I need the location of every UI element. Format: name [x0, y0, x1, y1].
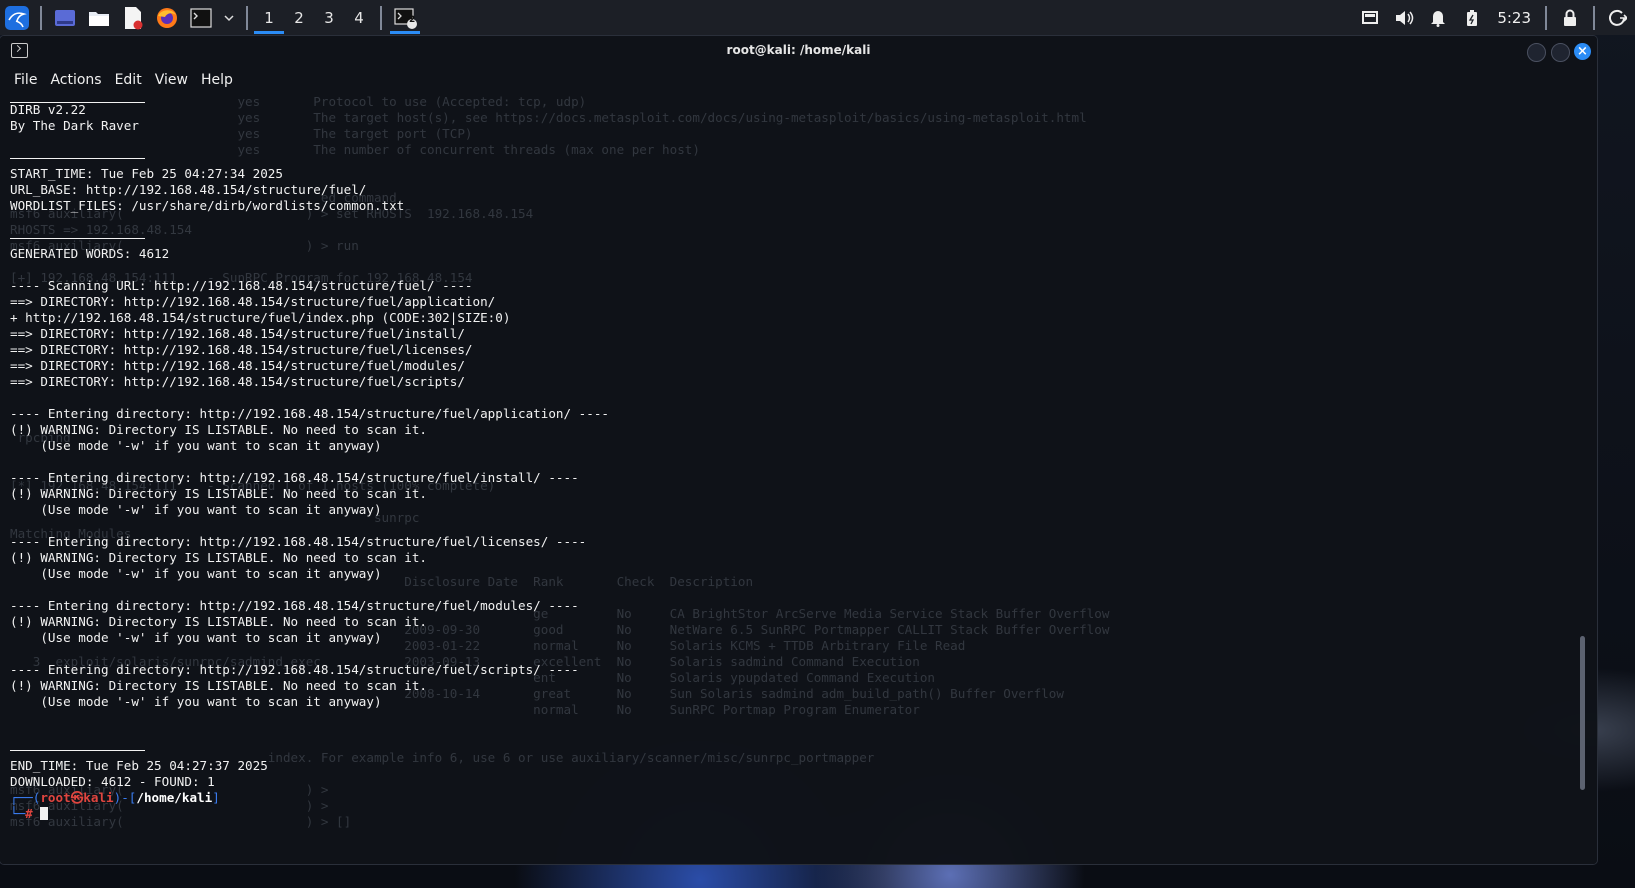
maximize-button[interactable] — [1551, 43, 1570, 62]
output-line: (!) WARNING: Directory IS LISTABLE. No n… — [10, 614, 428, 629]
battery-icon[interactable] — [1455, 0, 1489, 35]
output-line: GENERATED WORDS: 4612 — [10, 246, 170, 261]
prompt-hash: # — [25, 806, 33, 821]
output-line: DOWNLOADED: 4612 - FOUND: 1 — [10, 774, 215, 789]
shell-input-line[interactable]: └─# — [10, 806, 1580, 822]
file-manager-icon[interactable] — [85, 4, 113, 32]
scrollbar[interactable] — [1580, 636, 1585, 790]
close-button[interactable]: × — [1574, 43, 1591, 60]
output-line: (!) WARNING: Directory IS LISTABLE. No n… — [10, 678, 428, 693]
task-count-badge: 2 — [409, 15, 416, 25]
separator-rule — [10, 742, 1580, 758]
menu-edit[interactable]: Edit — [109, 72, 148, 88]
panel-separator — [1593, 5, 1595, 30]
workspace-4[interactable]: 4 — [344, 0, 374, 35]
close-icon: × — [1577, 44, 1588, 59]
output-line: (Use mode '-w' if you want to scan it an… — [10, 566, 382, 581]
shell-prompt-line: ┌──(root㉿kali)-[/home/kali] — [10, 790, 1580, 806]
chevron-down-icon[interactable] — [221, 4, 237, 32]
output-line: ---- Entering directory: http://192.168.… — [10, 470, 579, 485]
output-line: DIRB v2.22 — [10, 102, 86, 117]
panel-separator — [380, 5, 382, 30]
output-line: ---- Entering directory: http://192.168.… — [10, 406, 609, 421]
top-panel: 1 2 3 4 2 5:23 — [0, 0, 1635, 35]
menu-help[interactable]: Help — [195, 72, 239, 88]
clock[interactable]: 5:23 — [1489, 9, 1539, 27]
output-line: ==> DIRECTORY: http://192.168.48.154/str… — [10, 358, 465, 373]
show-desktop-icon[interactable] — [51, 4, 79, 32]
window-titlebar[interactable]: root@kali: /home/kali × — [0, 36, 1597, 66]
terminal-launcher-icon[interactable] — [187, 4, 215, 32]
menu-bar: File Actions Edit View Help — [0, 66, 240, 94]
output-line: ---- Entering directory: http://192.168.… — [10, 598, 579, 613]
window-title: root@kali: /home/kali — [726, 43, 871, 57]
prompt-host: kali — [83, 790, 114, 805]
lock-icon[interactable] — [1553, 0, 1587, 35]
output-line: START_TIME: Tue Feb 25 04:27:34 2025 — [10, 166, 283, 181]
text-cursor — [40, 807, 49, 820]
menu-view[interactable]: View — [149, 72, 194, 88]
output-line: ---- Entering directory: http://192.168.… — [10, 662, 579, 677]
output-line: ---- Scanning URL: http://192.168.48.154… — [10, 278, 473, 293]
prompt-user: root — [40, 790, 71, 805]
prompt-at-symbol: ㉿ — [70, 790, 84, 805]
output-line: ==> DIRECTORY: http://192.168.48.154/str… — [10, 326, 465, 341]
panel-separator — [1545, 5, 1547, 30]
separator-rule — [10, 150, 1580, 166]
minimize-button[interactable] — [1527, 43, 1546, 62]
system-tray: 5:23 — [1353, 0, 1635, 35]
prompt-path: /home/kali — [136, 790, 213, 805]
output-line: ==> DIRECTORY: http://192.168.48.154/str… — [10, 374, 465, 389]
panel-separator — [40, 5, 42, 30]
output-line: URL_BASE: http://192.168.48.154/structur… — [10, 182, 367, 197]
dirb-output: DIRB v2.22 By The Dark Raver START_TIME: T… — [10, 94, 1580, 822]
prompt-corner: └─ — [10, 806, 26, 821]
panel-separator — [246, 5, 248, 30]
output-line: (Use mode '-w' if you want to scan it an… — [10, 630, 382, 645]
volume-icon[interactable] — [1387, 0, 1421, 35]
output-line: (Use mode '-w' if you want to scan it an… — [10, 694, 382, 709]
taskbar-terminal-button[interactable]: 2 — [388, 0, 422, 35]
terminal-window: root@kali: /home/kali × File Actions Edi… — [0, 36, 1597, 864]
firefox-icon[interactable] — [153, 4, 181, 32]
logout-icon[interactable] — [1601, 0, 1635, 35]
output-line: (Use mode '-w' if you want to scan it an… — [10, 502, 382, 517]
menu-actions[interactable]: Actions — [44, 72, 107, 88]
terminal-output[interactable]: yes Protocol to use (Accepted: tcp, udp)… — [10, 94, 1580, 864]
output-line: ==> DIRECTORY: http://192.168.48.154/str… — [10, 294, 496, 309]
workspace-3[interactable]: 3 — [314, 0, 344, 35]
workspace-2[interactable]: 2 — [284, 0, 314, 35]
output-line: ---- Entering directory: http://192.168.… — [10, 534, 587, 549]
prompt-bracket: )-[ — [113, 790, 137, 805]
prompt-bracket: ] — [212, 790, 220, 805]
separator-rule — [10, 230, 1580, 246]
output-line: END_TIME: Tue Feb 25 04:27:37 2025 — [10, 758, 268, 773]
notifications-bell-icon[interactable] — [1421, 0, 1455, 35]
output-line: WORDLIST_FILES: /usr/share/dirb/wordlist… — [10, 198, 405, 213]
output-line: (!) WARNING: Directory IS LISTABLE. No n… — [10, 422, 428, 437]
output-line: + http://192.168.48.154/structure/fuel/i… — [10, 310, 511, 325]
display-icon[interactable] — [1353, 0, 1387, 35]
workspace-1[interactable]: 1 — [254, 0, 284, 35]
output-line: (Use mode '-w' if you want to scan it an… — [10, 438, 382, 453]
output-line: ==> DIRECTORY: http://192.168.48.154/str… — [10, 342, 473, 357]
output-line: (!) WARNING: Directory IS LISTABLE. No n… — [10, 486, 428, 501]
prompt-bracket: ┌──( — [10, 790, 41, 805]
output-line: By The Dark Raver — [10, 118, 139, 133]
menu-file[interactable]: File — [8, 72, 43, 88]
kali-menu-icon[interactable] — [3, 4, 31, 32]
text-editor-icon[interactable] — [119, 4, 147, 32]
output-line: (!) WARNING: Directory IS LISTABLE. No n… — [10, 550, 428, 565]
separator-rule — [10, 94, 1580, 103]
